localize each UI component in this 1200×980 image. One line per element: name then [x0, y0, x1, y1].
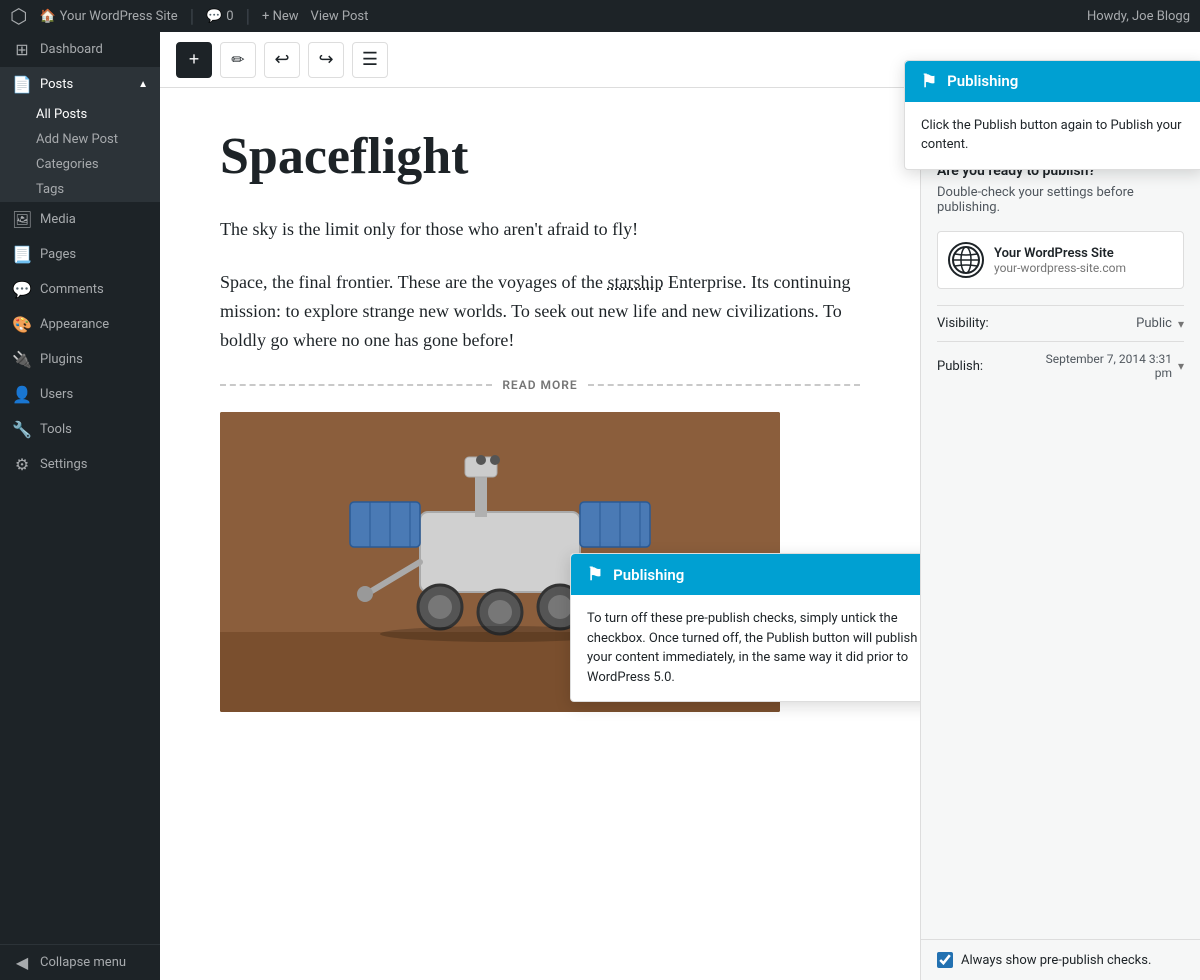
- appearance-icon: 🎨: [12, 315, 32, 334]
- sidebar-item-comments[interactable]: 💬 Comments: [0, 272, 160, 307]
- sidebar-item-users[interactable]: 👤 Users: [0, 377, 160, 412]
- flag-icon: ⚑: [921, 71, 937, 92]
- sidebar-item-media[interactable]: 🖼 Media: [0, 202, 160, 237]
- sidebar-sub-tags[interactable]: Tags: [0, 177, 160, 202]
- undo-button[interactable]: ↩: [264, 42, 300, 78]
- sidebar-item-pages[interactable]: 📃 Pages: [0, 237, 160, 272]
- pre-publish-label: Always show pre-publish checks.: [961, 953, 1151, 968]
- list-icon: ☰: [362, 49, 378, 70]
- pre-publish-checkbox[interactable]: [937, 952, 953, 968]
- sidebar: ⊞ Dashboard 📄 Posts ▲ All Posts Add New …: [0, 32, 160, 980]
- chevron-down-icon-2: ▾: [1178, 359, 1184, 373]
- edit-button[interactable]: ✏: [220, 42, 256, 78]
- site-logo: [948, 242, 984, 278]
- publish-date-row[interactable]: Publish: September 7, 2014 3:31 pm ▾: [937, 341, 1184, 390]
- editor-area: Spaceflight The sky is the limit only fo…: [160, 88, 920, 980]
- media-icon: 🖼: [12, 210, 32, 229]
- add-block-button[interactable]: +: [176, 42, 212, 78]
- site-name: Your WordPress Site: [994, 246, 1126, 261]
- sidebar-sub-categories[interactable]: Categories: [0, 152, 160, 177]
- editor-toolbar: + ✏ ↩ ↪ ☰ ⚑ Publishing: [160, 32, 1200, 88]
- tooltip2-body: To turn off these pre-publish checks, si…: [571, 595, 920, 701]
- sidebar-item-posts[interactable]: 📄 Posts ▲: [0, 67, 160, 102]
- read-more-divider: READ MORE: [220, 378, 860, 392]
- admin-bar-howdy: Howdy, Joe Blogg: [1087, 9, 1190, 24]
- sidebar-submenu-posts: 📄 Posts ▲ All Posts Add New Post Categor…: [0, 67, 160, 202]
- site-url: your-wordpress-site.com: [994, 261, 1126, 275]
- post-paragraph-2: Space, the final frontier. These are the…: [220, 268, 860, 354]
- ready-desc: Double-check your settings before publis…: [937, 185, 1184, 215]
- post-paragraph-1: The sky is the limit only for those who …: [220, 215, 860, 244]
- chevron-down-icon: ▾: [1178, 317, 1184, 331]
- publish-settings: Are you ready to publish? Double-check y…: [921, 147, 1200, 406]
- site-info: Your WordPress Site your-wordpress-site.…: [937, 231, 1184, 289]
- sidebar-sub-all-posts[interactable]: All Posts: [0, 102, 160, 127]
- publishing-tooltip-1: ⚑ Publishing Click the Publish button ag…: [904, 60, 1200, 170]
- sidebar-item-appearance[interactable]: 🎨 Appearance: [0, 307, 160, 342]
- users-icon: 👤: [12, 385, 32, 404]
- undo-icon: ↩: [274, 49, 289, 70]
- sidebar-sub-add-new[interactable]: Add New Post: [0, 127, 160, 152]
- admin-bar-new[interactable]: + New: [262, 9, 299, 24]
- pages-icon: 📃: [12, 245, 32, 264]
- redo-button[interactable]: ↪: [308, 42, 344, 78]
- tooltip1-body: Click the Publish button again to Publis…: [905, 102, 1200, 169]
- settings-icon: ⚙: [12, 455, 32, 474]
- pre-publish-checkbox-row: Always show pre-publish checks.: [921, 939, 1200, 980]
- tooltip2-header: ⚑ Publishing: [571, 554, 920, 595]
- list-view-button[interactable]: ☰: [352, 42, 388, 78]
- comments-icon: 💬: [12, 280, 32, 299]
- admin-bar: ⬡ 🏠 Your WordPress Site | 💬 0 | + New Vi…: [0, 0, 1200, 32]
- comment-icon: 💬: [206, 9, 222, 24]
- post-title: Spaceflight: [220, 128, 860, 185]
- admin-bar-view-post[interactable]: View Post: [311, 9, 369, 24]
- flag-icon-2: ⚑: [587, 564, 603, 585]
- publish-date-label: Publish:: [937, 359, 983, 374]
- tools-icon: 🔧: [12, 420, 32, 439]
- sidebar-item-dashboard[interactable]: ⊞ Dashboard: [0, 32, 160, 67]
- chevron-down-icon: ▲: [138, 79, 148, 90]
- visibility-row[interactable]: Visibility: Public ▾: [937, 305, 1184, 341]
- visibility-value: Public: [1136, 316, 1172, 331]
- redo-icon: ↪: [318, 49, 333, 70]
- publish-date-value: September 7, 2014 3:31 pm: [1042, 352, 1172, 380]
- sidebar-collapse[interactable]: ◀ Collapse menu: [0, 944, 160, 980]
- wp-logo-icon: ⬡: [10, 4, 27, 28]
- tooltip1-header: ⚑ Publishing: [905, 61, 1200, 102]
- home-icon: 🏠: [39, 9, 55, 24]
- content-area: + ✏ ↩ ↪ ☰ ⚑ Publishing: [160, 32, 1200, 980]
- pencil-icon: ✏: [231, 50, 244, 70]
- plugins-icon: 🔌: [12, 350, 32, 369]
- dashboard-icon: ⊞: [12, 40, 32, 59]
- collapse-icon: ◀: [12, 953, 32, 972]
- visibility-label: Visibility:: [937, 316, 989, 331]
- admin-bar-site-name[interactable]: 🏠 Your WordPress Site: [39, 9, 177, 24]
- sidebar-item-tools[interactable]: 🔧 Tools: [0, 412, 160, 447]
- sidebar-item-plugins[interactable]: 🔌 Plugins: [0, 342, 160, 377]
- right-panel: Publish Cancel Are you ready to publish?…: [920, 88, 1200, 980]
- admin-bar-comments[interactable]: 💬 0: [206, 9, 234, 24]
- publishing-tooltip-2: ⚑ Publishing To turn off these pre-publi…: [570, 553, 920, 702]
- post-body: The sky is the limit only for those who …: [220, 215, 860, 354]
- posts-icon: 📄: [12, 75, 32, 94]
- sidebar-item-settings[interactable]: ⚙ Settings: [0, 447, 160, 482]
